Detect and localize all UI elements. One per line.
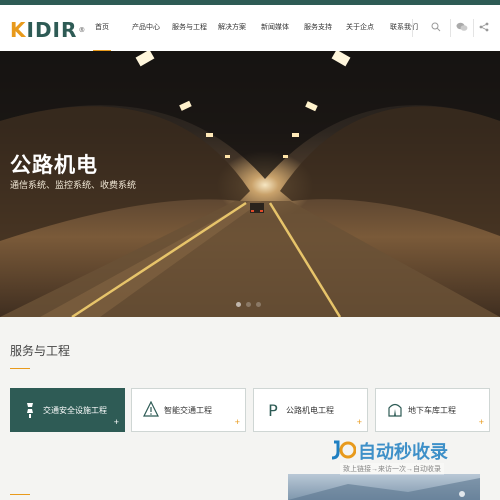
carousel-dot[interactable] xyxy=(236,302,241,307)
nav-item-home[interactable]: 首页 xyxy=(93,5,111,52)
section-title: 服务与工程 xyxy=(10,344,71,358)
service-card-traffic-safety[interactable]: 交通安全设施工程 + xyxy=(10,388,125,432)
logo-text: IDIR xyxy=(26,18,78,42)
watermark-logo-icon xyxy=(331,440,356,460)
logo-k: K xyxy=(10,18,27,42)
plus-icon: + xyxy=(234,417,240,427)
share-icon[interactable] xyxy=(478,22,490,34)
header-icons xyxy=(412,5,492,51)
divider xyxy=(473,19,474,37)
hero-title: 公路机电 xyxy=(10,154,98,177)
search-icon[interactable] xyxy=(430,22,442,34)
watermark-title: 自动秒收录 xyxy=(358,442,448,462)
nav-item-news[interactable]: 新闻媒体 xyxy=(261,5,289,51)
tunnel-icon xyxy=(386,401,404,421)
service-card-label: 交通安全设施工程 xyxy=(43,406,107,415)
nav-item-solutions[interactable]: 解决方案 xyxy=(218,5,246,51)
divider xyxy=(450,19,451,37)
service-card-label: 公路机电工程 xyxy=(286,406,334,415)
nav-item-products[interactable]: 产品中心 xyxy=(132,5,160,51)
service-card-underground-garage[interactable]: 地下车库工程 + xyxy=(375,388,490,432)
section-underline xyxy=(10,368,30,369)
carousel-dots xyxy=(236,294,266,312)
service-card-intelligent-traffic[interactable]: 智能交通工程 + xyxy=(131,388,246,432)
service-card-highway-mep[interactable]: P 公路机电工程 + xyxy=(253,388,368,432)
divider xyxy=(412,19,413,37)
watermark: 自动秒收录 致上链接→来访一次→自动收录 xyxy=(330,436,490,480)
plus-icon: + xyxy=(113,417,119,427)
plus-icon: + xyxy=(478,417,484,427)
site-header: KIDIR® 首页 产品中心 服务与工程 解决方案 新闻媒体 服务支持 关于企点… xyxy=(0,5,500,52)
brand-logo[interactable]: KIDIR® xyxy=(10,19,86,41)
watermark-subtitle: 致上链接→来访一次→自动收录 xyxy=(340,463,444,475)
logo-registered: ® xyxy=(78,26,87,34)
plus-icon: + xyxy=(356,417,362,427)
warning-sign-icon xyxy=(142,400,160,421)
hero-subtitle: 通信系统、监控系统、收费系统 xyxy=(10,180,137,190)
hero-banner[interactable]: 公路机电 通信系统、监控系统、收费系统 xyxy=(0,51,500,317)
section-underline xyxy=(10,494,30,495)
carousel-dot[interactable] xyxy=(256,302,261,307)
nav-item-support[interactable]: 服务支持 xyxy=(304,5,332,51)
nav-item-services[interactable]: 服务与工程 xyxy=(172,5,207,51)
parking-p-icon: P xyxy=(268,401,278,420)
nav-item-about[interactable]: 关于企点 xyxy=(346,5,374,51)
service-card-label: 智能交通工程 xyxy=(164,406,212,415)
safety-icon xyxy=(21,401,39,421)
wechat-icon[interactable] xyxy=(456,22,468,34)
carousel-dot[interactable] xyxy=(246,302,251,307)
service-card-label: 地下车库工程 xyxy=(408,406,456,415)
